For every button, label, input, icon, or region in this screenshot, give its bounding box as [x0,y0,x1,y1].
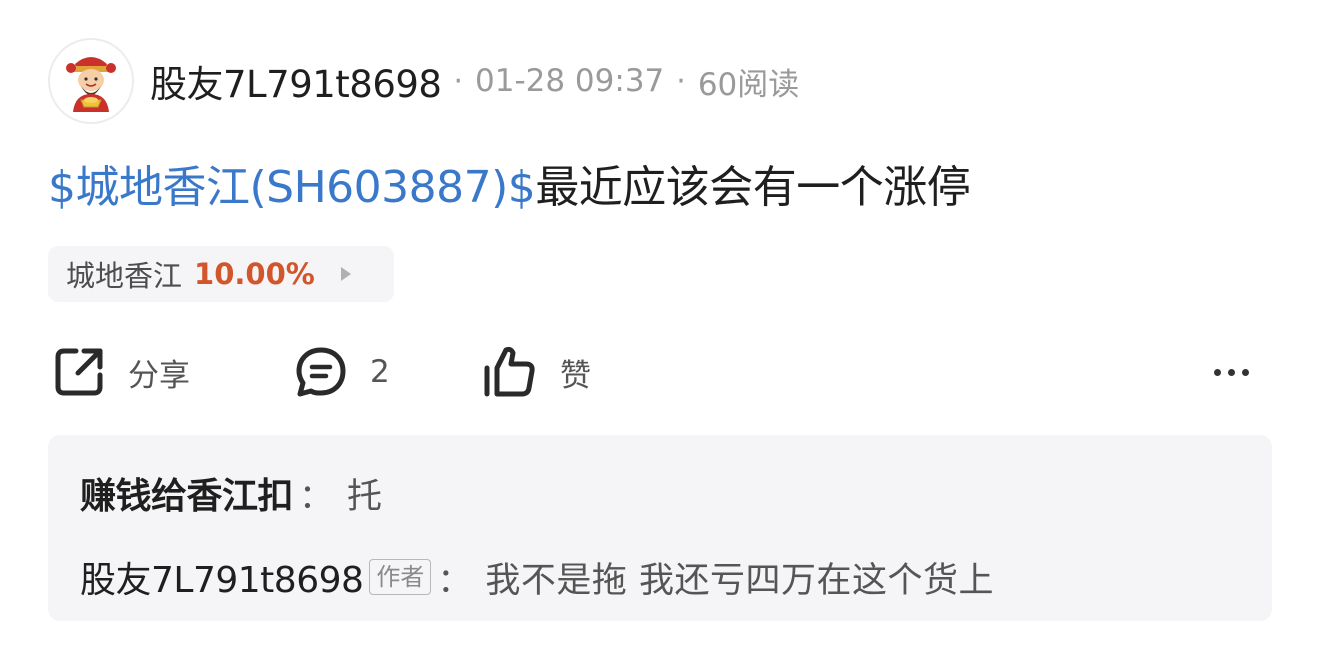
stock-name: 城地香江 [66,259,183,293]
stock-link[interactable]: $城地香江(SH603887)$ [48,162,536,213]
post-time: 01-28 09:37 [475,63,665,99]
comment-item[interactable]: 股友7L791t8698 作者 ： 我不是拖 我还亏四万在这个货上 [80,549,994,605]
comment-item[interactable]: 赚钱给香江扣 ： 托 [80,465,383,521]
avatar[interactable] [48,38,134,124]
post-meta: 股友7L791t8698 · 01-28 09:37 · 60阅读 [150,54,799,108]
comment-text: 我不是拖 我还亏四万在这个货上 [485,560,995,601]
share-label: 分享 [128,357,190,394]
post-content: $城地香江(SH603887)$最近应该会有一个涨停 [48,158,971,218]
post-header: 股友7L791t8698 · 01-28 09:37 · 60阅读 [48,36,799,126]
stock-quote-chip[interactable]: 城地香江 10.00% [48,246,394,302]
author-badge: 作者 [369,559,432,595]
meta-separator: · [676,63,686,99]
comment-text: 托 [347,476,383,517]
comment-colon: ： [437,560,472,601]
like-button[interactable]: 赞 [482,344,591,400]
like-label: 赞 [560,357,591,394]
more-dots-icon [1214,368,1249,376]
fortune-god-avatar-icon [66,57,116,112]
more-button[interactable] [1214,344,1249,400]
comment-preview[interactable]: 赚钱给香江扣 ： 托 股友7L791t8698 作者 ： 我不是拖 我还亏四万在… [48,435,1272,621]
meta-separator: · [453,63,463,99]
stock-change: 10.00% [194,257,315,291]
comment-icon [296,347,346,397]
triangle-right-icon [340,267,351,281]
comment-colon: ： [299,476,334,517]
action-bar: 分享 2 赞 [52,344,1272,400]
post-card: 股友7L791t8698 · 01-28 09:37 · 60阅读 $城地香江(… [0,0,1320,654]
comment-button[interactable]: 2 [294,344,390,400]
comment-count: 2 [370,354,390,390]
author-name[interactable]: 股友7L791t8698 [150,54,442,108]
share-icon [55,348,103,396]
read-count: 60阅读 [697,66,800,103]
share-button[interactable]: 分享 [52,344,190,400]
comment-author[interactable]: 赚钱给香江扣 [80,467,294,519]
thumbs-up-icon [484,346,535,397]
comment-author[interactable]: 股友7L791t8698 [80,551,364,603]
post-text: 最近应该会有一个涨停 [535,162,971,213]
